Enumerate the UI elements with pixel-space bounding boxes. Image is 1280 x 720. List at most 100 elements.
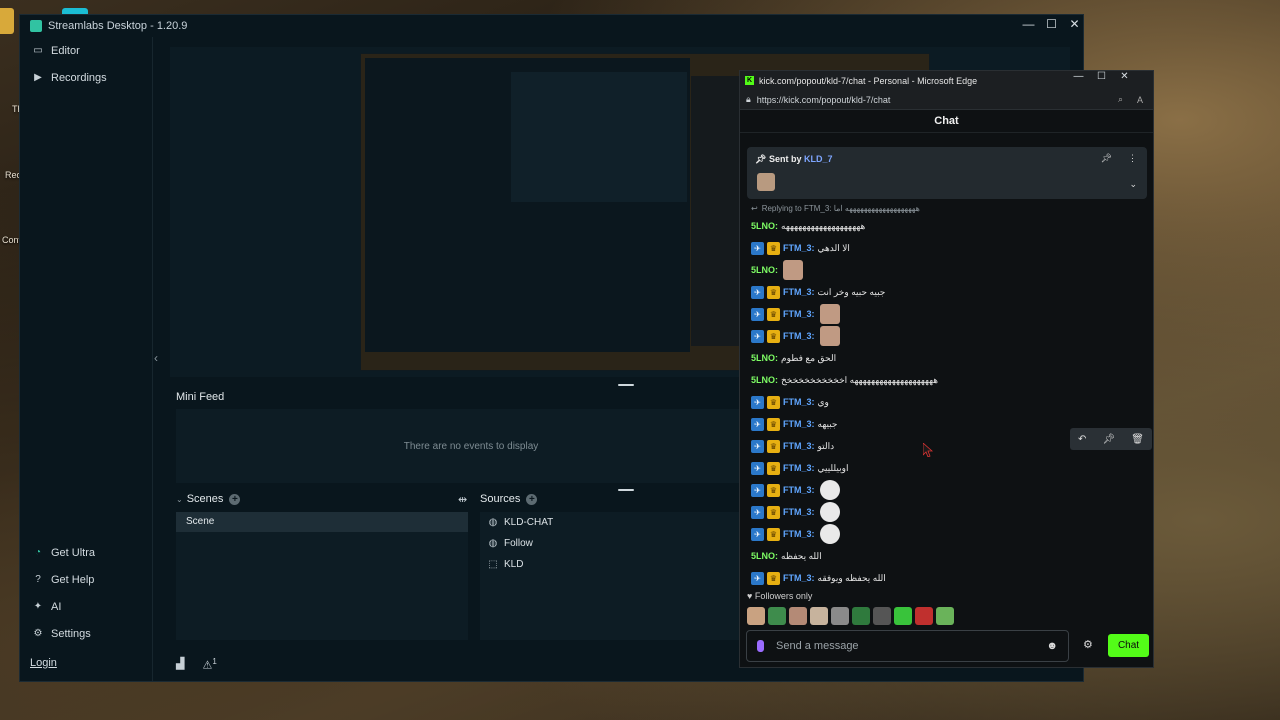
- reply-icon[interactable]: ↶: [1078, 434, 1086, 445]
- source-item[interactable]: ◍ Follow: [480, 533, 760, 554]
- chat-username[interactable]: 5LNO:: [751, 551, 778, 561]
- chat-message[interactable]: ✈ ♛ FTM_3:: [751, 325, 1146, 347]
- chat-username[interactable]: 5LNO:: [751, 353, 778, 363]
- collapse-sidebar-icon[interactable]: ‹: [154, 351, 158, 365]
- crown-badge-icon: ♛: [767, 417, 780, 431]
- source-item[interactable]: ⬚ KLD: [480, 554, 760, 575]
- chat-username[interactable]: 5LNO:: [751, 375, 778, 385]
- zoom-icon[interactable]: ⌕: [1118, 94, 1123, 105]
- chat-message[interactable]: ✈ ♛ FTM_3: الله يحفظه ويوفقه: [751, 567, 1146, 589]
- alert-icon[interactable]: ⚠1: [202, 657, 216, 672]
- nav-settings[interactable]: ⚙ Settings: [20, 620, 153, 647]
- send-chat-button[interactable]: Chat: [1108, 634, 1149, 657]
- chat-username[interactable]: 5LNO:: [751, 221, 778, 231]
- read-aloud-icon[interactable]: A: [1137, 95, 1143, 105]
- chat-message[interactable]: ✈ ♛ FTM_3:: [751, 523, 1146, 545]
- chat-username[interactable]: FTM_3:: [783, 331, 815, 341]
- nav-editor[interactable]: ▭ Editor: [20, 37, 152, 64]
- address-bar[interactable]: 🔒︎ https://kick.com/popout/kld-7/chat ⌕ …: [740, 90, 1153, 110]
- emote-button[interactable]: [831, 607, 849, 625]
- chat-settings-icon[interactable]: ⚙: [1083, 638, 1093, 651]
- chat-text: جبيهه: [817, 418, 838, 429]
- scene-item[interactable]: Scene: [176, 512, 468, 532]
- chevron-down-icon[interactable]: ⌄: [176, 495, 183, 504]
- crown-badge-icon: ♛: [767, 285, 780, 299]
- chat-username[interactable]: FTM_3:: [783, 485, 815, 495]
- chat-username[interactable]: FTM_3:: [783, 463, 815, 473]
- chat-message[interactable]: 5LNO: الحق مع فطوم: [751, 347, 1146, 369]
- emoji-icon[interactable]: ☻: [1046, 640, 1058, 652]
- delete-icon[interactable]: 🗑︎: [1131, 434, 1144, 445]
- add-scene-icon[interactable]: +: [229, 493, 241, 505]
- chat-username[interactable]: FTM_3:: [783, 287, 815, 297]
- emote-button[interactable]: [852, 607, 870, 625]
- globe-icon: ◍: [488, 517, 498, 528]
- chat-message[interactable]: ✈ ♛ FTM_3: اوبيللييي: [751, 457, 1146, 479]
- chat-username[interactable]: 5LNO:: [751, 265, 778, 275]
- chat-username[interactable]: FTM_3:: [783, 441, 815, 451]
- chat-message[interactable]: 5LNO: ههههههههههههههههههههه اخخخخخخخخخخخ: [751, 369, 1146, 391]
- chat-username[interactable]: FTM_3:: [783, 397, 815, 407]
- chat-message[interactable]: 5LNO: هههههههههههههههههههه: [751, 215, 1146, 237]
- chat-username[interactable]: FTM_3:: [783, 507, 815, 517]
- chevron-down-icon[interactable]: ⌄: [1129, 179, 1137, 190]
- maximize-icon[interactable]: ☐: [1090, 71, 1113, 82]
- chat-username[interactable]: FTM_3:: [783, 529, 815, 539]
- mini-feed-title: Mini Feed: [176, 391, 225, 403]
- microphone-icon[interactable]: [757, 640, 764, 652]
- chat-username[interactable]: FTM_3:: [783, 243, 815, 253]
- chat-message[interactable]: ✈ ♛ FTM_3: جبيه حبيه وخر انت: [751, 281, 1146, 303]
- emote-button[interactable]: [810, 607, 828, 625]
- maximize-icon[interactable]: ☐: [1040, 17, 1063, 31]
- source-item[interactable]: ◍ KLD-CHAT: [480, 512, 760, 533]
- resize-handle[interactable]: [618, 489, 634, 491]
- emote-button[interactable]: [873, 607, 891, 625]
- chat-text: الله يحفظه ويوفقه: [817, 572, 886, 583]
- emote-button[interactable]: [789, 607, 807, 625]
- nav-get-help[interactable]: ? Get Help: [20, 566, 153, 593]
- chat-message[interactable]: ✈ ♛ FTM_3:: [751, 303, 1146, 325]
- subscriber-badge-icon: ✈: [751, 241, 764, 255]
- resize-handle[interactable]: [618, 384, 634, 386]
- transition-icon[interactable]: ⇹: [458, 493, 467, 506]
- emote-button[interactable]: [915, 607, 933, 625]
- pin-icon[interactable]: 📌︎: [1102, 434, 1115, 445]
- emote-button[interactable]: [747, 607, 765, 625]
- gear-icon: ⚙: [33, 628, 43, 639]
- chat-username[interactable]: FTM_3:: [783, 573, 815, 583]
- chat-message[interactable]: ✈ ♛ FTM_3: وي: [751, 391, 1146, 413]
- unpin-icon[interactable]: 📌︎: [1101, 153, 1112, 164]
- nav-get-ultra[interactable]: ◔ Get Ultra: [20, 539, 153, 566]
- pinned-user[interactable]: KLD_7: [804, 154, 833, 164]
- stats-icon[interactable]: ▟: [176, 657, 184, 672]
- nav-ai[interactable]: ✦ AI: [20, 593, 153, 620]
- chat-message[interactable]: ✈ ♛ FTM_3:: [751, 479, 1146, 501]
- chat-message[interactable]: 5LNO:: [751, 259, 1146, 281]
- close-icon[interactable]: ✕: [1113, 71, 1136, 82]
- chat-emote: [783, 260, 803, 280]
- emote-button[interactable]: [894, 607, 912, 625]
- add-source-icon[interactable]: +: [526, 493, 538, 505]
- minimize-icon[interactable]: —: [1017, 17, 1040, 31]
- close-icon[interactable]: ✕: [1063, 17, 1086, 31]
- scenes-title: Scenes: [186, 493, 224, 505]
- chat-text: هههههههههههههههههههه: [781, 220, 866, 231]
- chat-message[interactable]: 5LNO: الله يحفظه: [751, 545, 1146, 567]
- chat-input[interactable]: [776, 640, 1026, 652]
- chat-username[interactable]: FTM_3:: [783, 419, 815, 429]
- login-link[interactable]: Login: [20, 657, 153, 669]
- sidebar: ▭ Editor ▶ Recordings ◔ Get Ultra ? Get …: [20, 37, 153, 681]
- subscriber-badge-icon: ✈: [751, 461, 764, 475]
- source-label: Follow: [504, 538, 533, 549]
- chat-input-wrap: ☻: [746, 630, 1069, 662]
- emote-button[interactable]: [936, 607, 954, 625]
- chat-username[interactable]: FTM_3:: [783, 309, 815, 319]
- chat-message[interactable]: ✈ ♛ FTM_3: الا الدهي: [751, 237, 1146, 259]
- emote-button[interactable]: [768, 607, 786, 625]
- desktop-folder-icon[interactable]: [0, 8, 14, 34]
- more-options-icon[interactable]: ⋮: [1128, 153, 1137, 164]
- chat-message[interactable]: ✈ ♛ FTM_3:: [751, 501, 1146, 523]
- minimize-icon[interactable]: —: [1067, 71, 1090, 82]
- streamlabs-logo-icon: [30, 20, 42, 32]
- nav-recordings[interactable]: ▶ Recordings: [20, 64, 152, 91]
